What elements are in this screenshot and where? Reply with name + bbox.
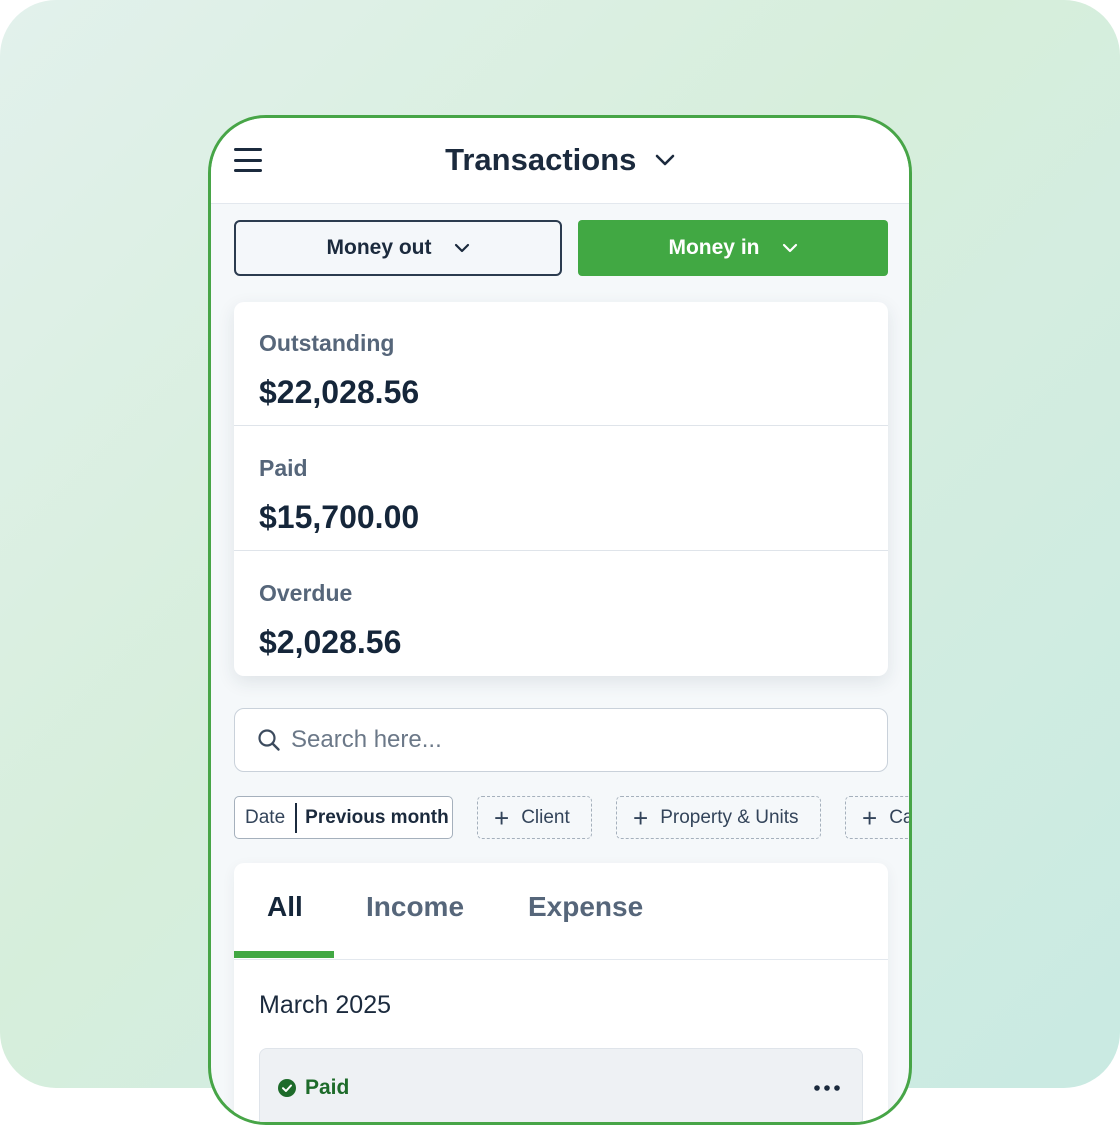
- search-input[interactable]: [291, 723, 871, 757]
- date-filter-label: Date: [245, 806, 286, 828]
- tab-expense[interactable]: Expense: [528, 891, 643, 923]
- title-dropdown[interactable]: Transactions: [211, 142, 909, 178]
- money-in-button[interactable]: Money in: [578, 220, 888, 276]
- summary-label: Outstanding: [259, 330, 395, 356]
- more-horizontal-icon[interactable]: [814, 1085, 840, 1091]
- date-filter-value: Previous month: [305, 806, 449, 828]
- category-filter-chip[interactable]: + Ca: [845, 796, 909, 839]
- app-header: Transactions: [211, 118, 909, 204]
- date-filter-chip[interactable]: Date Previous month: [234, 796, 453, 839]
- check-circle-icon: [278, 1079, 296, 1097]
- search-box: [234, 708, 888, 772]
- plus-icon: +: [633, 802, 649, 833]
- summary-value: $15,700.00: [259, 499, 420, 535]
- active-tab-indicator: [234, 951, 334, 958]
- summary-overdue[interactable]: Overdue $2,028.56: [234, 552, 888, 676]
- money-out-label: Money out: [326, 236, 432, 259]
- chevron-down-icon: [454, 243, 469, 252]
- chip-label: Property & Units: [660, 806, 799, 828]
- plus-icon: +: [494, 802, 510, 833]
- tab-income[interactable]: Income: [366, 891, 464, 923]
- chip-label: Client: [521, 806, 570, 828]
- client-filter-chip[interactable]: + Client: [477, 796, 592, 839]
- filter-bar: Date Previous month + Client + Property …: [234, 796, 909, 840]
- tab-bar: All Income Expense: [234, 863, 888, 960]
- transaction-item[interactable]: Paid: [259, 1048, 863, 1122]
- search-icon: [258, 729, 280, 751]
- summary-label: Paid: [259, 455, 308, 481]
- divider: [295, 802, 298, 833]
- chevron-down-icon: [782, 243, 797, 252]
- summary-value: $22,028.56: [259, 374, 420, 410]
- summary-paid[interactable]: Paid $15,700.00: [234, 427, 888, 551]
- summary-label: Overdue: [259, 580, 353, 606]
- property-units-filter-chip[interactable]: + Property & Units: [616, 796, 821, 839]
- chevron-down-icon: [655, 154, 675, 166]
- page-title: Transactions: [445, 142, 637, 177]
- month-heading: March 2025: [259, 991, 392, 1019]
- money-out-button[interactable]: Money out: [234, 220, 562, 276]
- chip-label: Ca: [889, 806, 909, 828]
- summary-outstanding[interactable]: Outstanding $22,028.56: [234, 302, 888, 426]
- transactions-card: All Income Expense March 2025 Paid: [234, 863, 888, 1122]
- money-in-label: Money in: [668, 236, 760, 259]
- summary-value: $2,028.56: [259, 624, 402, 660]
- summary-card: Outstanding $22,028.56 Paid $15,700.00 O…: [234, 302, 888, 676]
- plus-icon: +: [862, 802, 878, 833]
- status-badge: Paid: [305, 1076, 350, 1099]
- tab-all[interactable]: All: [267, 891, 303, 923]
- phone-frame: Transactions Money out Money in Outstand…: [208, 115, 912, 1125]
